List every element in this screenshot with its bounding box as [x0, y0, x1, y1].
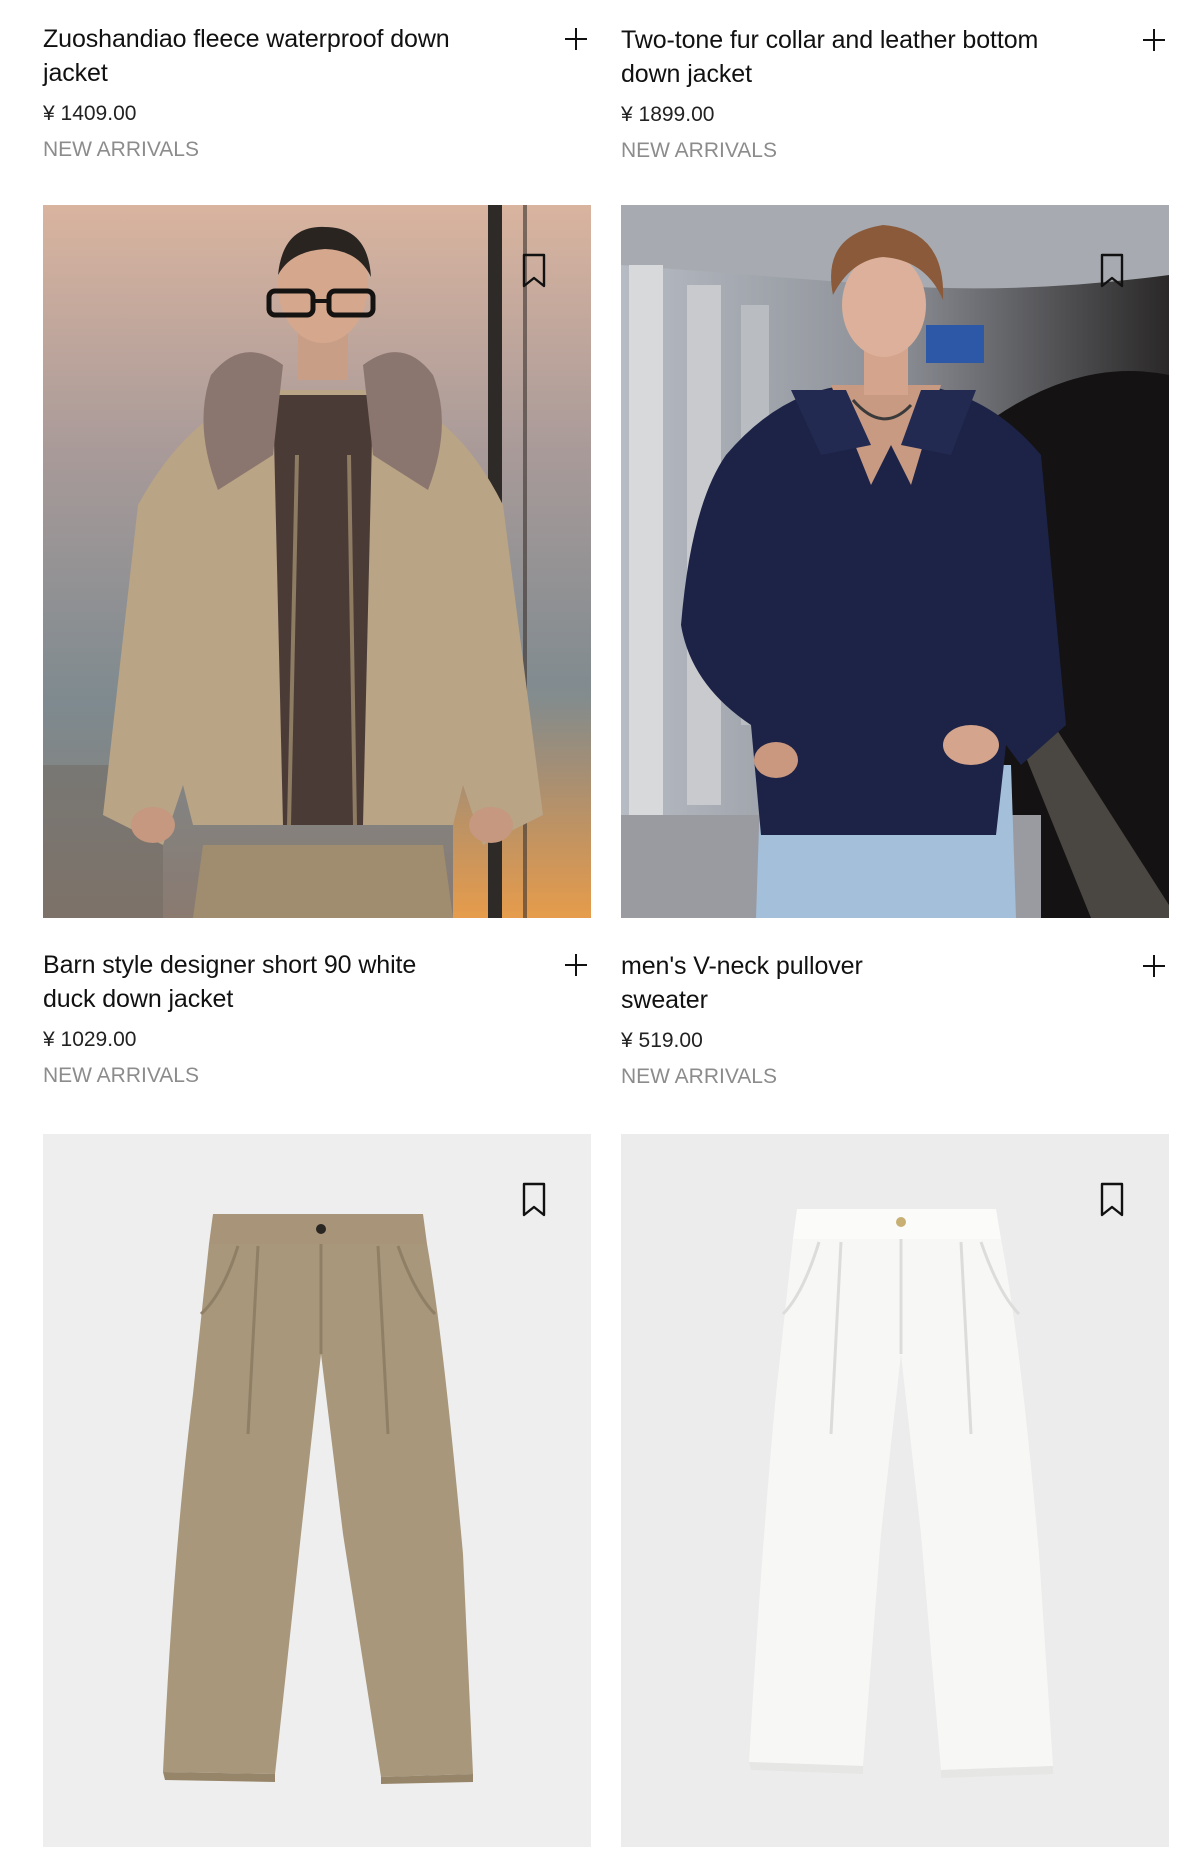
product-image-khaki-pants[interactable] [43, 1134, 591, 1847]
product-name[interactable]: men's V-neck pullover sweater [621, 949, 881, 1017]
add-to-cart-plus-icon[interactable] [561, 24, 591, 54]
add-to-cart-plus-icon[interactable] [561, 950, 591, 980]
product-tag: NEW ARRIVALS [43, 1064, 199, 1087]
product-name[interactable]: Zuoshandiao fleece waterproof down jacke… [43, 22, 473, 90]
bookmark-icon[interactable] [521, 1182, 547, 1218]
product-name[interactable]: Barn style designer short 90 white duck … [43, 948, 473, 1016]
product-name[interactable]: Two-tone fur collar and leather bottom d… [621, 23, 1051, 91]
product-tag: NEW ARRIVALS [621, 139, 777, 162]
product-image-navy-sweater[interactable] [621, 205, 1169, 918]
bookmark-icon[interactable] [1099, 1182, 1125, 1218]
product-price: ¥ 1029.00 [43, 1028, 137, 1051]
product-image-khaki-jacket[interactable] [43, 205, 591, 918]
product-image-white-pants[interactable] [621, 1134, 1169, 1847]
add-to-cart-plus-icon[interactable] [1139, 25, 1169, 55]
product-tag: NEW ARRIVALS [621, 1065, 777, 1088]
product-tag: NEW ARRIVALS [43, 138, 199, 161]
bookmark-icon[interactable] [521, 253, 547, 289]
product-price: ¥ 1899.00 [621, 103, 715, 126]
add-to-cart-plus-icon[interactable] [1139, 951, 1169, 981]
product-price: ¥ 519.00 [621, 1029, 703, 1052]
product-grid: Zuoshandiao fleece waterproof down jacke… [0, 0, 1200, 1870]
product-price: ¥ 1409.00 [43, 102, 137, 125]
bookmark-icon[interactable] [1099, 253, 1125, 289]
